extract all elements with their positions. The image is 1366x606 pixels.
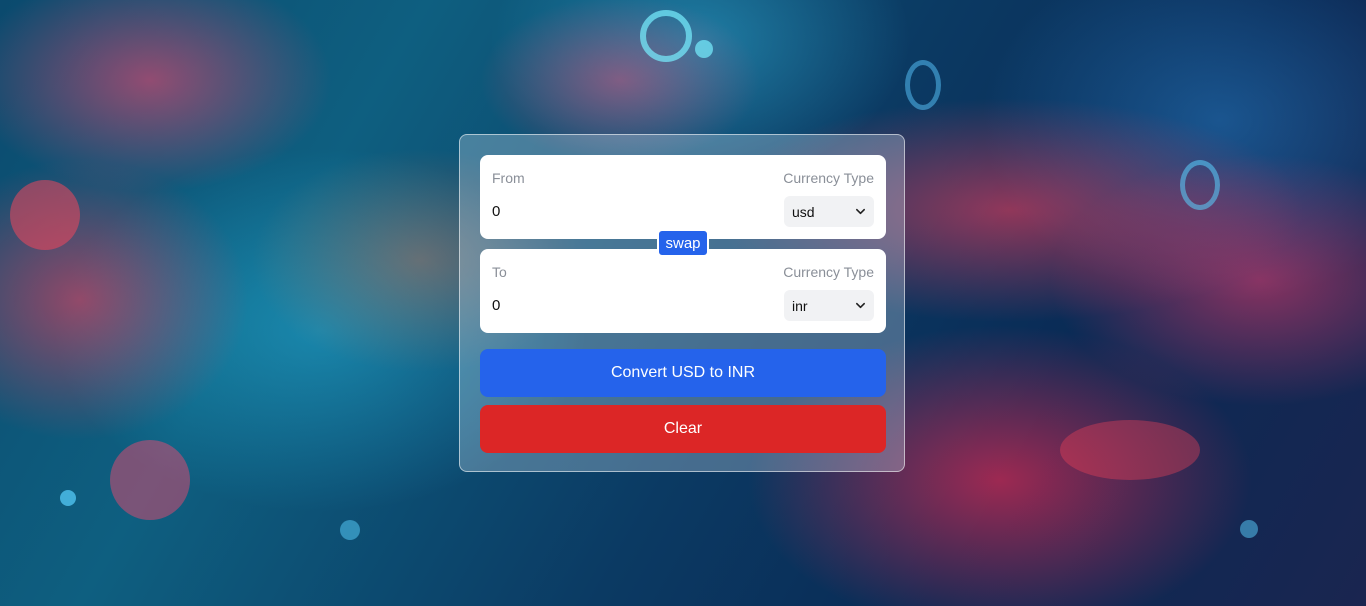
from-currency-box: From Currency Type usd xyxy=(480,155,886,239)
converter-card: From Currency Type usd To Currency Type … xyxy=(459,134,905,472)
background-bokeh-light xyxy=(1240,520,1258,538)
background-bokeh-light xyxy=(340,520,360,540)
background-bokeh-light xyxy=(110,440,190,520)
background-bokeh-light xyxy=(695,40,713,58)
from-amount-input[interactable] xyxy=(492,203,742,220)
to-amount-input[interactable] xyxy=(492,297,742,314)
chevron-down-icon xyxy=(856,208,865,215)
background-bokeh-light xyxy=(1180,160,1220,210)
convert-button[interactable]: Convert USD to INR xyxy=(480,349,886,397)
background-bokeh-light xyxy=(60,490,76,506)
clear-button[interactable]: Clear xyxy=(480,405,886,453)
to-label: To xyxy=(492,264,507,280)
background-bokeh-light xyxy=(640,10,692,62)
from-currency-value: usd xyxy=(792,203,815,220)
from-currency-type-label: Currency Type xyxy=(783,170,874,186)
background-bokeh-light xyxy=(10,180,80,250)
chevron-down-icon xyxy=(856,302,865,309)
to-currency-value: inr xyxy=(792,297,808,314)
to-currency-select[interactable]: inr xyxy=(784,290,874,321)
background-bokeh-light xyxy=(905,60,941,110)
to-currency-type-label: Currency Type xyxy=(783,264,874,280)
background-bokeh-light xyxy=(1060,420,1200,480)
to-currency-box: To Currency Type inr xyxy=(480,249,886,333)
swap-button[interactable]: swap xyxy=(657,229,709,257)
from-currency-select[interactable]: usd xyxy=(784,196,874,227)
from-label: From xyxy=(492,170,525,186)
